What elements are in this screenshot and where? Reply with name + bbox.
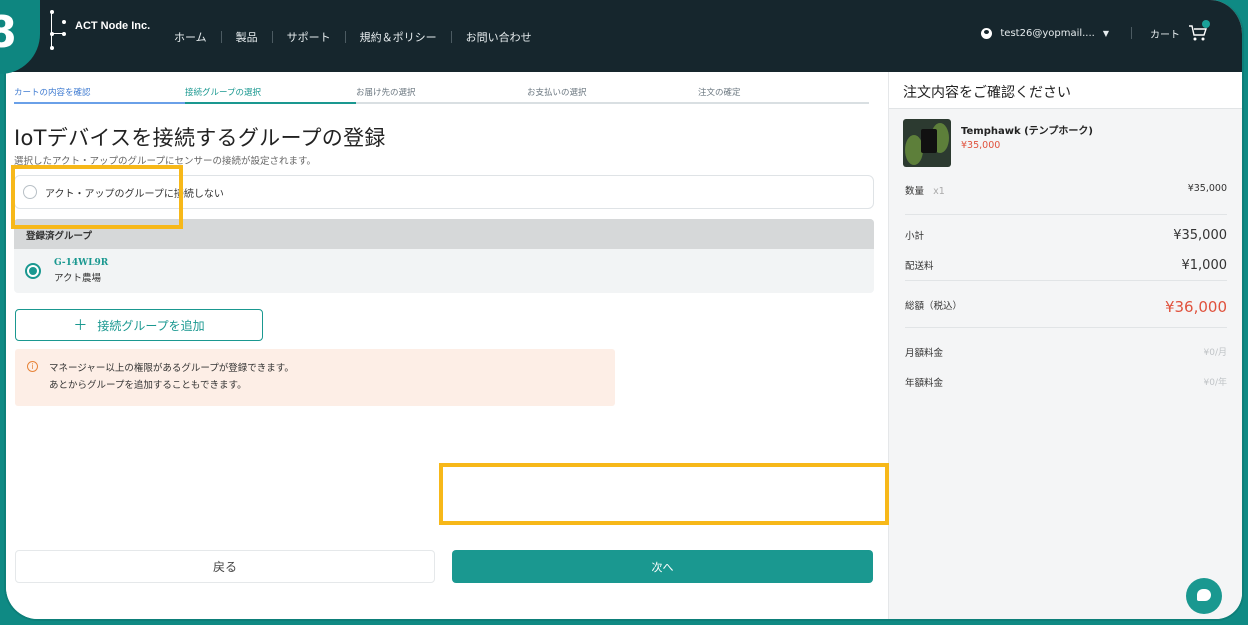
qty-label: 数量 (905, 186, 925, 197)
yearly-fee-row: 年額料金 ¥0/年 (905, 375, 1227, 389)
subtotal-value: ¥35,000 (1173, 228, 1227, 243)
total-label: 総額（税込） (905, 301, 963, 312)
info-icon: i (27, 361, 38, 372)
group-option[interactable]: G-14WL9R アクト農場 (14, 249, 874, 293)
page-title: IoTデバイスを接続するグループの登録 (14, 126, 386, 150)
registered-groups: 登録済グループ G-14WL9R アクト農場 (14, 219, 874, 293)
qty-value: x1 (933, 186, 945, 197)
user-icon[interactable] (981, 27, 993, 39)
step-payment: お支払いの選択 (527, 86, 698, 104)
nav-terms[interactable]: 規約＆ポリシー (346, 29, 451, 45)
app-window: ACT Node Inc. ホーム 製品 サポート 規約＆ポリシー お問い合わせ… (4, 0, 1244, 621)
product-item: Temphawk (テンプホーク) ¥35,000 (903, 119, 1093, 167)
cart-badge (1202, 20, 1210, 28)
checkout-steps: カートの内容を確認 接続グループの選択 お届け先の選択 お支払いの選択 注文の確… (14, 86, 869, 104)
shipping-value: ¥1,000 (1181, 258, 1228, 273)
nav-home[interactable]: ホーム (174, 29, 221, 45)
add-group-button[interactable]: ＋ 接続グループを追加 (15, 309, 263, 341)
radio-selected[interactable] (25, 263, 41, 279)
plus-icon: ＋ (73, 318, 88, 334)
shipping-row: 配送料 ¥1,000 (905, 258, 1227, 273)
summary-title: 注文内容をご確認ください (889, 72, 1242, 109)
product-name: Temphawk (テンプホーク) (961, 126, 1093, 137)
divider (905, 280, 1227, 281)
back-button[interactable]: 戻る (15, 550, 435, 583)
cart-label[interactable]: カート (1150, 26, 1180, 41)
nav-products[interactable]: 製品 (222, 29, 272, 45)
chat-icon[interactable] (1186, 578, 1222, 614)
shipping-label: 配送料 (905, 261, 934, 272)
total-value: ¥36,000 (1164, 298, 1227, 316)
order-summary: 注文内容をご確認ください Temphawk (テンプホーク) ¥35,000 数… (888, 72, 1242, 619)
quantity-row: 数量 x1 ¥35,000 (905, 183, 1227, 197)
notice-line-1: マネージャー以上の権限があるグループが登録できます。 (49, 363, 294, 374)
info-notice: i マネージャー以上の権限があるグループが登録できます。 あとからグループを追加… (15, 349, 615, 406)
cart-icon[interactable] (1188, 20, 1210, 42)
divider (905, 327, 1227, 328)
chevron-down-icon[interactable]: ▼ (1103, 29, 1109, 38)
add-group-label: 接続グループを追加 (97, 318, 205, 333)
step-group[interactable]: 接続グループの選択 (185, 86, 356, 104)
user-area: test26@yopmail.... ▼ カート (981, 20, 1210, 42)
main-nav: ホーム 製品 サポート 規約＆ポリシー お問い合わせ (174, 29, 546, 45)
total-row: 総額（税込） ¥36,000 (905, 298, 1227, 316)
logo-text: ACT Node Inc. (75, 20, 151, 32)
step-confirm: 注文の確定 (698, 86, 869, 104)
monthly-value: ¥0/月 (1203, 348, 1228, 358)
notice-line-2: あとからグループを追加することもできます。 (49, 380, 247, 391)
yearly-label: 年額料金 (905, 378, 944, 389)
logo-mark-icon (42, 10, 82, 60)
top-header: ACT Node Inc. ホーム 製品 サポート 規約＆ポリシー お問い合わせ… (6, 0, 1242, 72)
monthly-label: 月額料金 (905, 348, 944, 359)
highlight-box-next (439, 463, 889, 525)
group-name: アクト農場 (54, 273, 102, 284)
yearly-value: ¥0/年 (1203, 378, 1228, 388)
subtotal-label: 小計 (905, 231, 925, 242)
nav-contact[interactable]: お問い合わせ (452, 29, 546, 45)
highlight-box-group (11, 165, 183, 229)
group-code: G-14WL9R (54, 258, 109, 268)
monthly-fee-row: 月額料金 ¥0/月 (905, 345, 1227, 359)
qty-total: ¥35,000 (1187, 183, 1227, 194)
main-panel: カートの内容を確認 接続グループの選択 お届け先の選択 お支払いの選択 注文の確… (6, 72, 888, 619)
logo[interactable]: ACT Node Inc. (42, 10, 150, 60)
header-divider (1131, 27, 1132, 39)
step-cart[interactable]: カートの内容を確認 (14, 86, 185, 104)
user-email[interactable]: test26@yopmail.... (1000, 28, 1094, 39)
product-price: ¥35,000 (961, 140, 1001, 151)
divider (905, 214, 1227, 215)
product-image (903, 119, 951, 167)
subtotal-row: 小計 ¥35,000 (905, 228, 1227, 243)
next-button[interactable]: 次へ (452, 550, 873, 583)
nav-support[interactable]: サポート (273, 29, 345, 45)
step-address: お届け先の選択 (356, 86, 527, 104)
